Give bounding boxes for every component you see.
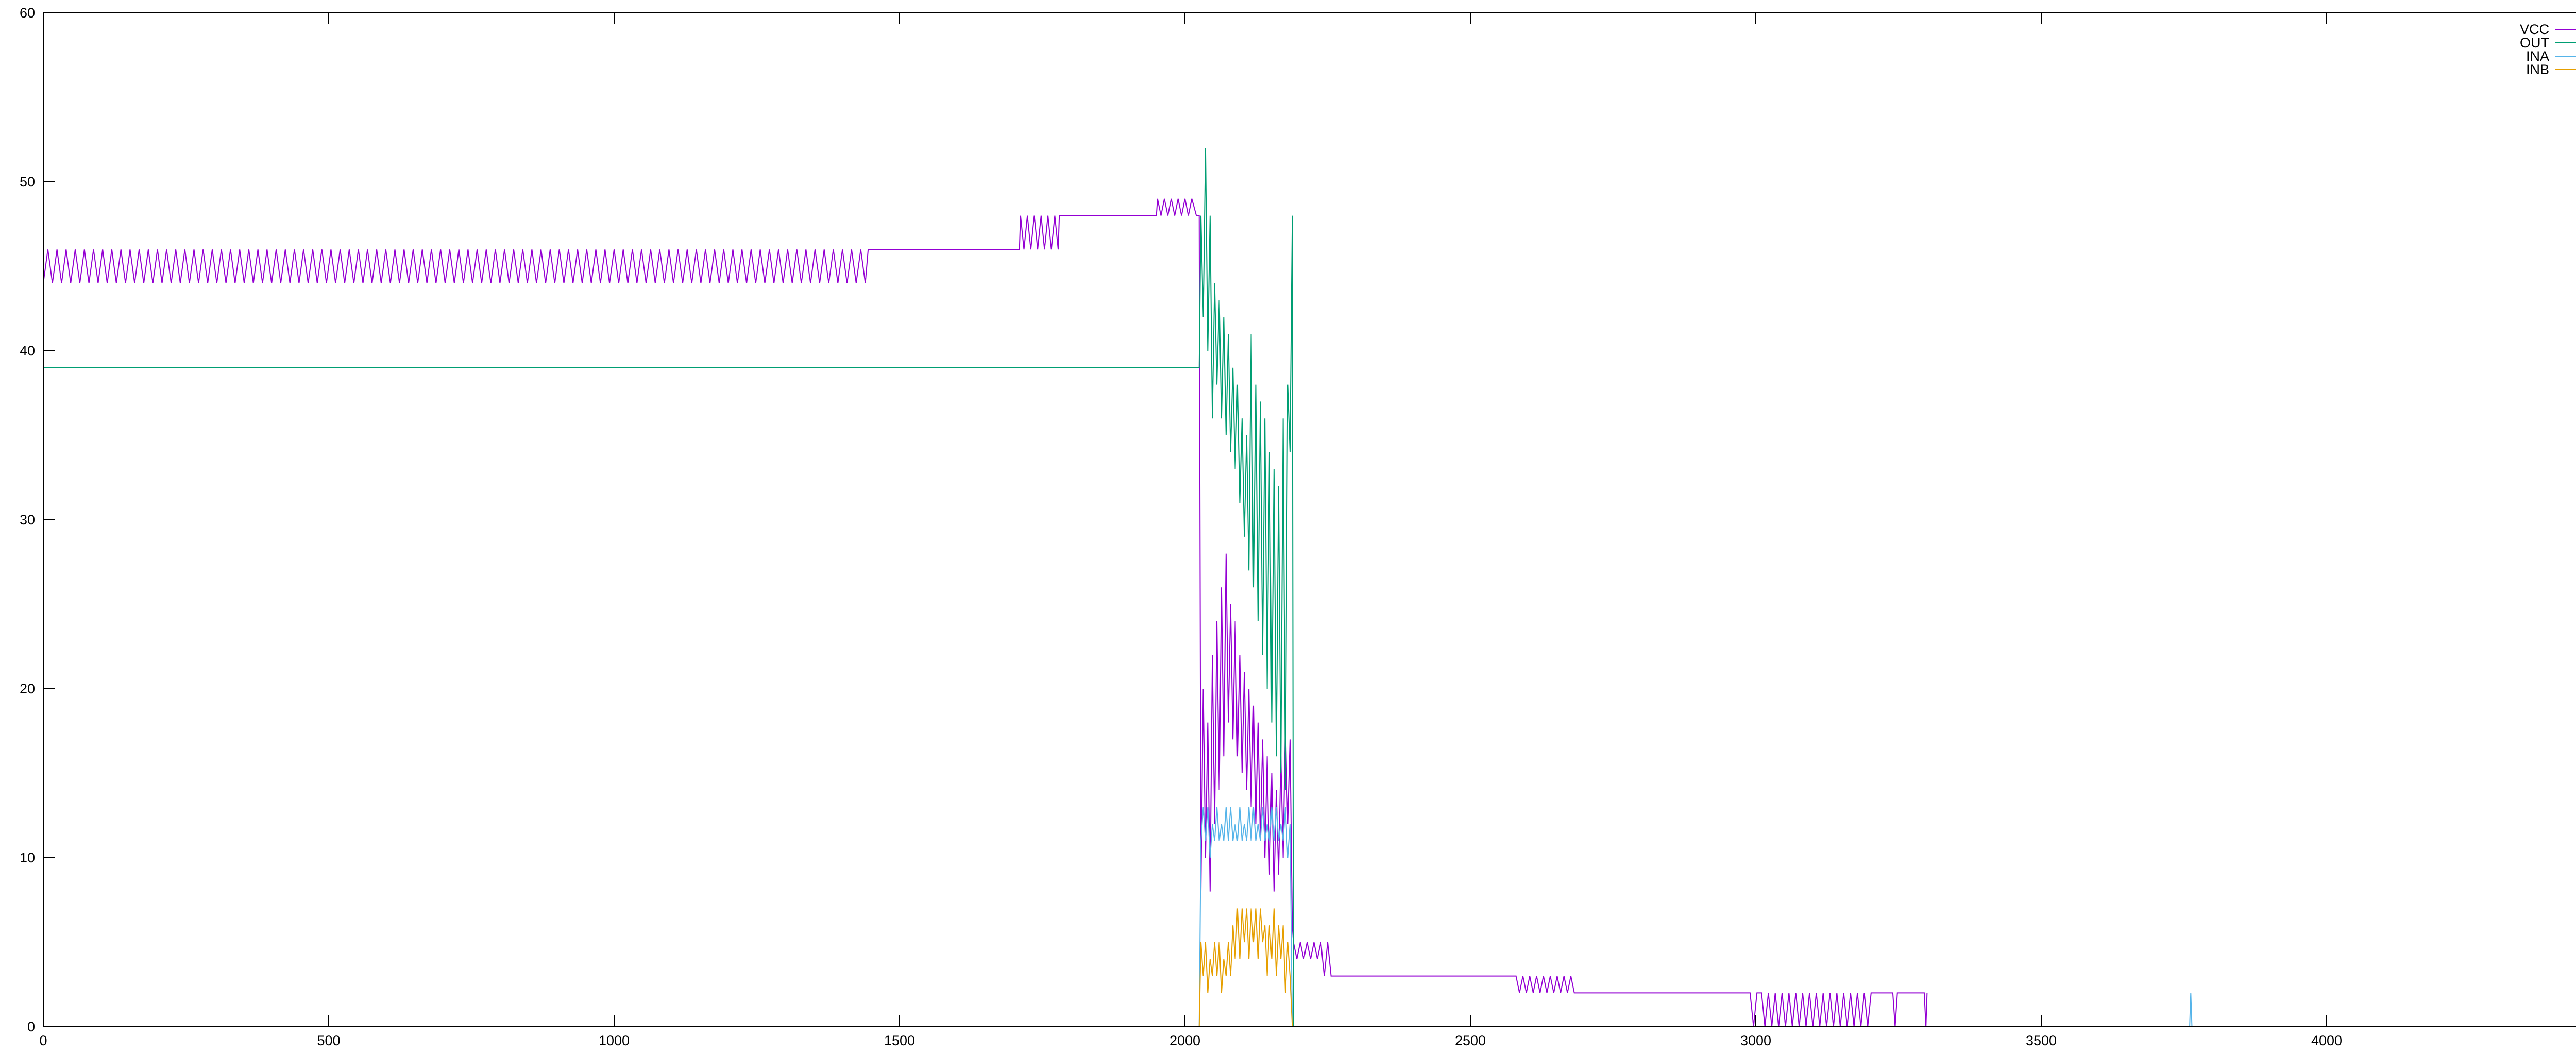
series-layer	[43, 148, 2193, 1027]
y-tick-label: 40	[20, 343, 35, 359]
x-tick-label: 3500	[2026, 1033, 2057, 1048]
series-line-ina	[1198, 807, 2193, 1027]
legend: VCCOUTINAINB	[2520, 22, 2576, 77]
y-tick-label: 50	[20, 174, 35, 190]
x-tick-label: 500	[317, 1033, 340, 1048]
y-tick-label: 30	[20, 512, 35, 528]
y-tick-label: 0	[27, 1019, 35, 1034]
x-tick-label: 2000	[1170, 1033, 1200, 1048]
series-line-out	[43, 148, 1294, 1027]
plot-frame	[43, 12, 2576, 1027]
y-axis: 0 10 20 30 40 50 60	[20, 5, 55, 1034]
x-tick-label: 1000	[599, 1033, 630, 1048]
x-tick-label: 1500	[884, 1033, 915, 1048]
x-axis: 050010001500200025003000350040004500	[39, 13, 2342, 1048]
line-chart: 050010001500200025003000350040004500 010…	[20, 5, 2576, 1048]
series-line-inb	[1198, 908, 1293, 1027]
y-tick-label: 60	[20, 5, 35, 21]
legend-item-inb: INB	[2526, 62, 2576, 77]
x-tick-label: 2500	[1455, 1033, 1486, 1048]
chart-container: 050010001500200025003000350040004500 010…	[0, 0, 2576, 1055]
legend-label: INB	[2526, 62, 2549, 77]
x-tick-label: 3000	[1740, 1033, 1771, 1048]
series-line-vcc	[43, 198, 1928, 1027]
y-tick-label: 20	[20, 681, 35, 696]
x-tick-label: 4000	[2311, 1033, 2342, 1048]
x-tick-label: 0	[39, 1033, 47, 1048]
y-tick-label: 10	[20, 850, 35, 865]
